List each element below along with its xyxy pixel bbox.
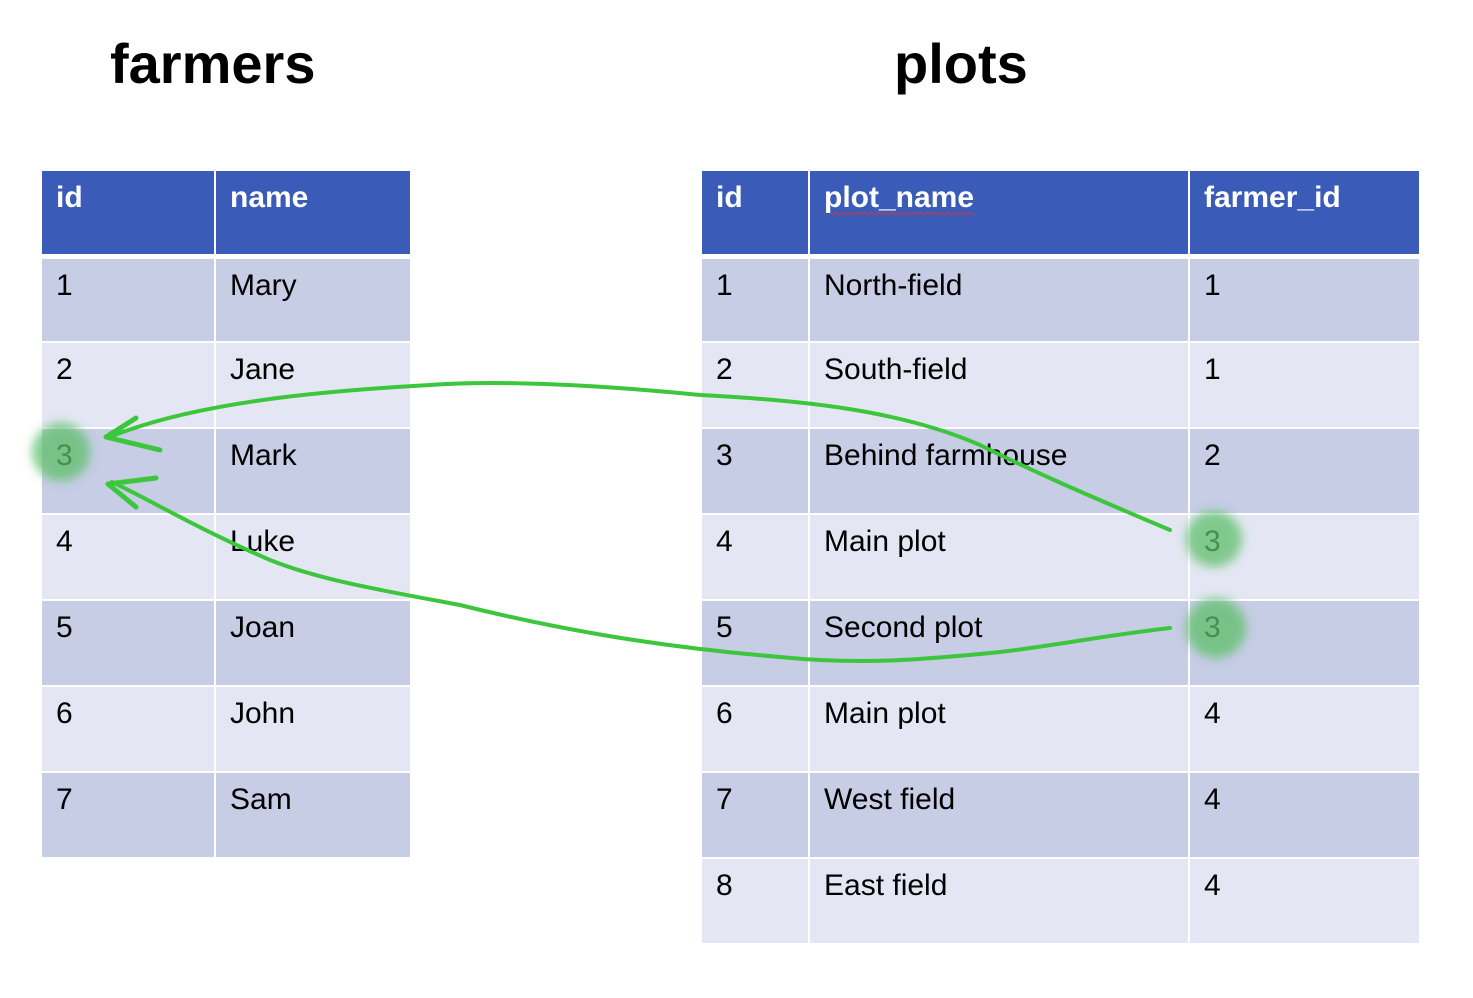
farmer-id-cell: 2 xyxy=(40,341,216,429)
plot-id-cell: 6 xyxy=(700,685,810,773)
plot-farmer-id-cell: 3 xyxy=(1188,599,1421,687)
plot-farmer-id-cell: 1 xyxy=(1188,341,1421,429)
column-header-id: id xyxy=(700,169,810,259)
farmer-id-cell: 4 xyxy=(40,513,216,601)
plot-id-cell: 5 xyxy=(700,599,810,687)
plot-farmer-id-cell: 1 xyxy=(1188,255,1421,343)
plot-name-cell: Main plot xyxy=(808,685,1190,773)
farmer-id-cell: 1 xyxy=(40,255,216,343)
plot-farmer-id-cell: 3 xyxy=(1188,513,1421,601)
farmer-id-cell: 5 xyxy=(40,599,216,687)
plot-name-cell: North-field xyxy=(808,255,1190,343)
column-header-name: name xyxy=(214,169,412,259)
plot-id-cell: 7 xyxy=(700,771,810,859)
plot-farmer-id-cell: 4 xyxy=(1188,685,1421,773)
table-row: 1 Mary xyxy=(40,255,412,343)
table-row: 7 West field 4 xyxy=(700,771,1421,859)
farmer-name-cell: John xyxy=(214,685,412,773)
plot-name-cell: Behind farmhouse xyxy=(808,427,1190,515)
table-row: 1 North-field 1 xyxy=(700,255,1421,343)
farmer-id-cell: 3 xyxy=(40,427,216,515)
farmers-table: id name 1 Mary 2 Jane 3 Mark 4 Luke 5 Jo… xyxy=(40,169,412,859)
column-header-farmer-id: farmer_id xyxy=(1188,169,1421,259)
table-row: 6 Main plot 4 xyxy=(700,685,1421,773)
plots-header-row: id plot_name farmer_id xyxy=(700,169,1421,259)
plot-id-cell: 8 xyxy=(700,857,810,945)
table-row: 3 Behind farmhouse 2 xyxy=(700,427,1421,515)
table-row: 3 Mark xyxy=(40,427,412,515)
table-row: 7 Sam xyxy=(40,771,412,859)
column-header-id: id xyxy=(40,169,216,259)
plot-farmer-id-cell: 4 xyxy=(1188,771,1421,859)
table-row: 4 Main plot 3 xyxy=(700,513,1421,601)
farmer-name-cell: Jane xyxy=(214,341,412,429)
farmer-name-cell: Mary xyxy=(214,255,412,343)
plot-id-cell: 4 xyxy=(700,513,810,601)
farmer-id-cell: 7 xyxy=(40,771,216,859)
table-row: 5 Joan xyxy=(40,599,412,687)
table-row: 2 Jane xyxy=(40,341,412,429)
farmers-header-row: id name xyxy=(40,169,412,259)
plot-id-cell: 2 xyxy=(700,341,810,429)
table-row: 4 Luke xyxy=(40,513,412,601)
plot-name-cell: West field xyxy=(808,771,1190,859)
plot-name-cell: East field xyxy=(808,857,1190,945)
farmer-id-cell: 6 xyxy=(40,685,216,773)
farmer-name-cell: Mark xyxy=(214,427,412,515)
table-row: 6 John xyxy=(40,685,412,773)
plot-name-cell: Second plot xyxy=(808,599,1190,687)
plot-id-cell: 1 xyxy=(700,255,810,343)
farmer-name-cell: Luke xyxy=(214,513,412,601)
column-header-plot-name: plot_name xyxy=(808,169,1190,259)
plot-name-cell: South-field xyxy=(808,341,1190,429)
plot-name-header-text: plot_name xyxy=(824,181,975,214)
farmer-name-cell: Joan xyxy=(214,599,412,687)
plots-table: id plot_name farmer_id 1 North-field 1 2… xyxy=(700,169,1421,945)
farmers-title: farmers xyxy=(110,32,316,95)
farmer-name-cell: Sam xyxy=(214,771,412,859)
plot-farmer-id-cell: 2 xyxy=(1188,427,1421,515)
table-row: 8 East field 4 xyxy=(700,857,1421,945)
plot-name-cell: Main plot xyxy=(808,513,1190,601)
table-row: 2 South-field 1 xyxy=(700,341,1421,429)
plot-id-cell: 3 xyxy=(700,427,810,515)
plot-farmer-id-cell: 4 xyxy=(1188,857,1421,945)
table-row: 5 Second plot 3 xyxy=(700,599,1421,687)
plots-title: plots xyxy=(894,32,1028,95)
